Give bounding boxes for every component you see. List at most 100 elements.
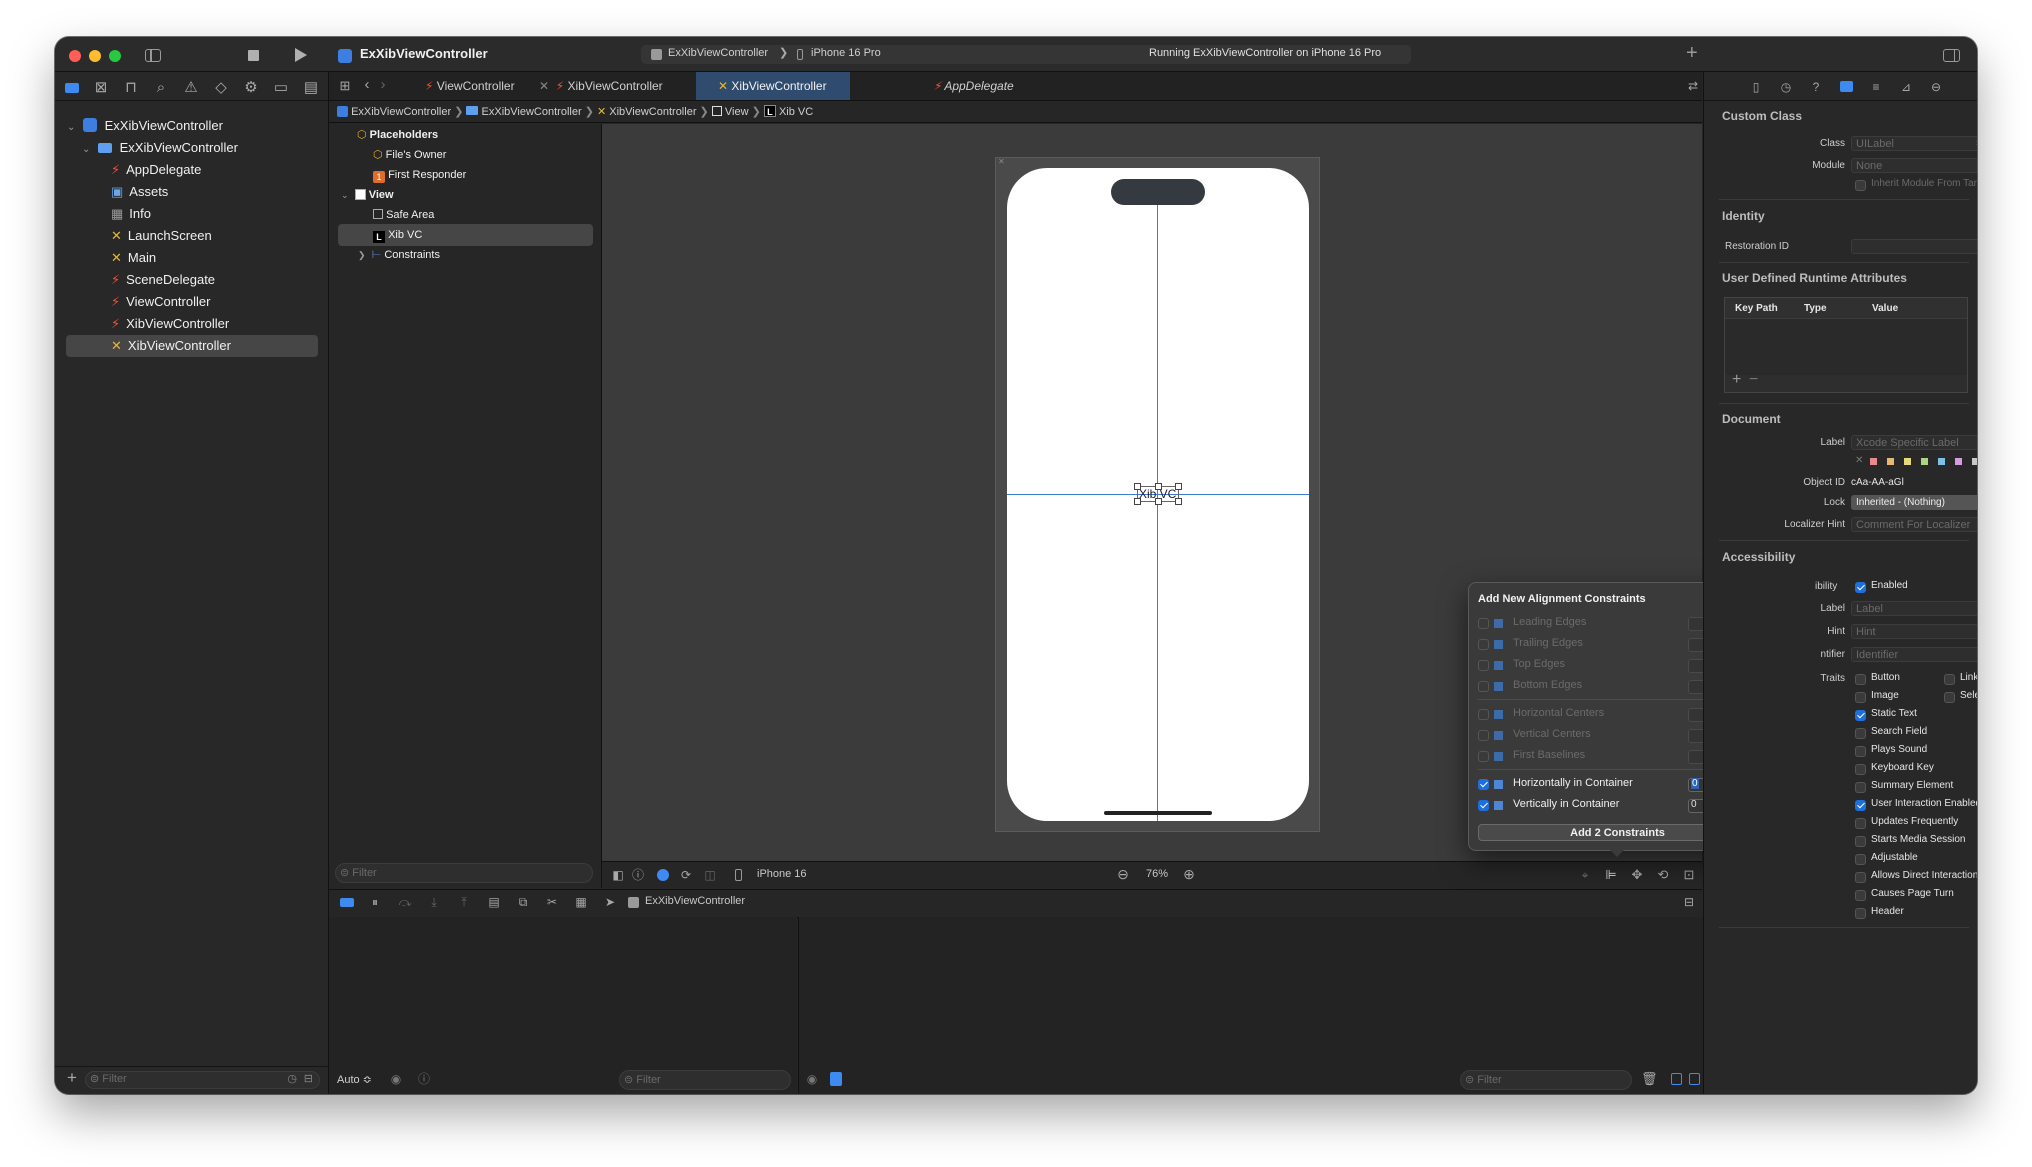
resize-handle[interactable] — [1155, 498, 1162, 505]
tree-item-launchscreen[interactable]: ✕ LaunchScreen — [111, 225, 321, 247]
trailing-edges-checkbox[interactable] — [1478, 639, 1489, 650]
breadcrumb-item[interactable]: ExXibViewController — [482, 106, 582, 118]
source-control-icon[interactable]: ⊠ — [93, 79, 109, 97]
color-swatch[interactable] — [1887, 458, 1894, 465]
eye-icon[interactable]: ◉ — [805, 1070, 819, 1088]
tab-appdelegate[interactable]: ⚡︎ AppDelegate — [933, 72, 1014, 100]
report-icon[interactable]: ▤ — [303, 79, 319, 97]
step-over-icon[interactable]: ⤼ — [398, 893, 412, 911]
pause-icon[interactable]: ⏸ — [368, 893, 382, 911]
acc-label-field[interactable]: Label — [1851, 601, 1977, 616]
acc-identifier-field[interactable]: Identifier — [1851, 647, 1977, 662]
trait-checkbox[interactable] — [1855, 890, 1866, 901]
bookmark-icon[interactable]: ⊓ — [123, 79, 139, 97]
scene-close-icon[interactable]: ✕ — [998, 157, 1005, 166]
debug-target[interactable]: ExXibViewController — [645, 895, 745, 907]
console-output-icon[interactable] — [830, 1072, 842, 1086]
vertical-centers-checkbox[interactable] — [1478, 730, 1489, 741]
resize-handle[interactable] — [1175, 498, 1182, 505]
simulate-location-icon[interactable]: ▦ — [574, 893, 588, 911]
tree-item-group[interactable]: ⌄ ExXibViewController — [82, 137, 322, 159]
remove-attribute-icon[interactable]: − — [1749, 371, 1758, 389]
trait-checkbox[interactable] — [1855, 782, 1866, 793]
tree-item-appdelegate[interactable]: ⚡︎ AppDelegate — [111, 159, 321, 181]
grid-icon[interactable]: ⊞ — [337, 77, 353, 95]
trait-checkbox[interactable] — [1855, 764, 1866, 775]
trait-checkbox[interactable] — [1855, 800, 1866, 811]
identity-inspector-icon[interactable] — [1840, 81, 1853, 92]
recent-icon[interactable]: ◷ — [287, 1072, 297, 1086]
console-layout-icon[interactable]: ⊟ — [1681, 893, 1697, 911]
outline-filter-input[interactable]: ⊜ Filter — [335, 863, 593, 883]
orientation-icon[interactable]: ⟳ — [679, 866, 693, 884]
size-inspector-icon[interactable]: ⊿ — [1899, 78, 1913, 96]
back-icon[interactable]: ‹ — [361, 76, 373, 94]
device-view[interactable]: Xib VC — [1007, 168, 1309, 821]
localizer-hint-field[interactable]: Comment For Localizer — [1851, 517, 1977, 532]
acc-hint-field[interactable]: Hint — [1851, 624, 1977, 639]
minimize-window-button[interactable] — [89, 50, 101, 62]
trait-checkbox[interactable] — [1855, 674, 1866, 685]
scheme-selector[interactable]: ExXibViewController — [668, 47, 768, 59]
variables-filter-input[interactable]: ⊜ Filter — [619, 1070, 791, 1090]
auto-selector[interactable]: Auto ≎ — [337, 1073, 372, 1086]
show-console-icon[interactable] — [1689, 1073, 1700, 1085]
outline-label-xib-vc[interactable]: L Xib VC — [338, 224, 593, 246]
column-header[interactable]: Value — [1872, 303, 1898, 314]
leading-edges-checkbox[interactable] — [1478, 618, 1489, 629]
tree-item-scenedelegate[interactable]: ⚡︎ SceneDelegate — [111, 269, 321, 291]
test-icon[interactable]: ◇ — [213, 79, 229, 97]
breadcrumb-item[interactable]: ExXibViewController — [351, 106, 451, 118]
column-header[interactable]: Type — [1804, 303, 1827, 314]
embed-icon[interactable]: ⊡ — [1681, 866, 1697, 884]
trash-icon[interactable]: 🗑︎ — [1641, 1070, 1658, 1088]
console-filter-input[interactable]: ⊜ Filter — [1460, 1070, 1632, 1090]
outline-view[interactable]: ⌄ View — [341, 184, 394, 206]
resize-handle[interactable] — [1134, 498, 1141, 505]
accessibility-enabled-checkbox[interactable] — [1855, 582, 1866, 593]
info-icon[interactable]: ⓘ — [417, 1070, 431, 1088]
environment-icon[interactable]: ✂ — [545, 893, 559, 911]
zoom-out-icon[interactable]: ⊖ — [1115, 865, 1131, 883]
outline-files-owner[interactable]: ⬡ File's Owner — [373, 144, 446, 166]
debug-icon[interactable]: ⚙ — [243, 79, 259, 97]
color-swatch[interactable] — [1972, 458, 1977, 465]
zoom-in-icon[interactable]: ⊕ — [1181, 865, 1197, 883]
folder-tab-icon[interactable] — [65, 83, 79, 93]
resize-handle[interactable] — [1134, 483, 1141, 490]
step-into-icon[interactable]: ⤓ — [427, 893, 441, 911]
trait-checkbox[interactable] — [1855, 854, 1866, 865]
horizontally-in-container-checkbox[interactable] — [1478, 779, 1489, 790]
appearance-icon[interactable]: ⓘ — [631, 866, 645, 884]
close-tab-icon[interactable]: ✕ — [539, 79, 549, 93]
color-swatch[interactable] — [1938, 458, 1945, 465]
tree-item-info[interactable]: ▦ Info — [111, 203, 321, 225]
color-swatch[interactable] — [1955, 458, 1962, 465]
trait-checkbox[interactable] — [1855, 908, 1866, 919]
horizontal-centers-checkbox[interactable] — [1478, 709, 1489, 720]
breadcrumb-item[interactable]: View — [725, 106, 749, 118]
file-inspector-icon[interactable]: ▯ — [1749, 78, 1763, 96]
navigator-filter-input[interactable]: ⊜ Filter ◷ ⊟ — [85, 1071, 320, 1089]
doc-label-field[interactable]: Xcode Specific Label — [1851, 435, 1977, 450]
resize-handle[interactable] — [1175, 483, 1182, 490]
debug-toggle-icon[interactable] — [340, 898, 354, 907]
zoom-window-button[interactable] — [109, 50, 121, 62]
tree-item-main[interactable]: ✕ Main — [111, 247, 321, 269]
add-constraints-icon[interactable]: ✥ — [1629, 866, 1645, 884]
trait-checkbox[interactable] — [1855, 872, 1866, 883]
stop-icon[interactable] — [248, 50, 259, 61]
help-inspector-icon[interactable]: ? — [1809, 78, 1823, 96]
tree-item-assets[interactable]: ▣ Assets — [111, 181, 321, 203]
tree-item-xibviewcontroller-xib[interactable]: ✕ XibViewController — [66, 335, 318, 357]
restoration-id-field[interactable] — [1851, 239, 1977, 254]
color-swatch[interactable] — [1921, 458, 1928, 465]
view-debugger-icon[interactable]: ▤ — [487, 893, 501, 911]
location-arrow-icon[interactable]: ➤ — [603, 893, 617, 911]
resolve-issues-icon[interactable]: ⟲ — [1655, 866, 1671, 884]
color-swatch[interactable] — [1904, 458, 1911, 465]
update-frames-icon[interactable]: ⌖ — [1577, 866, 1593, 884]
outline-placeholders[interactable]: ⬡ Placeholders — [357, 124, 438, 146]
tree-item-project[interactable]: ⌄ ExXibViewController — [67, 115, 322, 137]
show-variables-icon[interactable] — [1671, 1073, 1682, 1085]
